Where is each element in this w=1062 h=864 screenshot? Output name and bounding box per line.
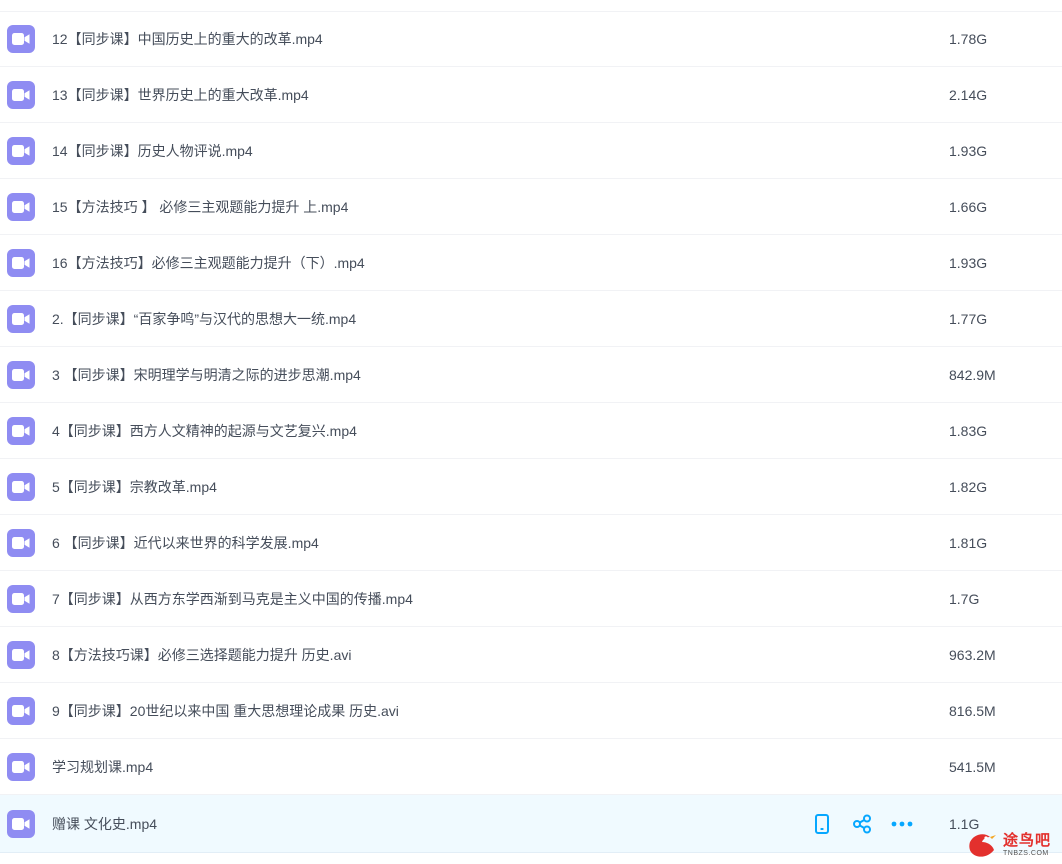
video-file-icon (7, 472, 35, 501)
file-row[interactable]: 12【同步课】中国历史上的重大的改革.mp4 1.78G (0, 11, 1062, 67)
video-file-icon (7, 136, 35, 165)
file-name[interactable]: 13【同步课】世界历史上的重大改革.mp4 (52, 85, 309, 105)
file-size: 1.83G (949, 422, 988, 439)
file-size: 1.66G (949, 198, 988, 215)
video-file-icon (7, 248, 35, 277)
file-row[interactable]: 8【方法技巧课】必修三选择题能力提升 历史.avi 963.2M (0, 627, 1062, 683)
file-name[interactable]: 15【方法技巧 】 必修三主观题能力提升 上.mp4 (52, 197, 348, 217)
file-name[interactable]: 14【同步课】历史人物评说.mp4 (52, 141, 253, 161)
video-file-icon (7, 528, 35, 557)
file-list: 12【同步课】中国历史上的重大的改革.mp4 1.78G 13【同步课】世界历史… (0, 11, 1062, 853)
file-size: 1.93G (949, 142, 988, 159)
file-name[interactable]: 12【同步课】中国历史上的重大的改革.mp4 (52, 29, 323, 49)
file-name[interactable]: 学习规划课.mp4 (52, 757, 153, 777)
file-size: 1.78G (949, 30, 988, 47)
file-row[interactable]: 14【同步课】历史人物评说.mp4 1.93G (0, 123, 1062, 179)
file-name[interactable]: 6 【同步课】近代以来世界的科学发展.mp4 (52, 533, 319, 553)
file-row[interactable]: 7【同步课】从西方东学西渐到马克是主义中国的传播.mp4 1.7G (0, 571, 1062, 627)
video-file-icon (7, 192, 35, 221)
file-size: 816.5M (949, 702, 996, 719)
file-name[interactable]: 7【同步课】从西方东学西渐到马克是主义中国的传播.mp4 (52, 589, 413, 609)
file-size: 842.9M (949, 366, 996, 383)
file-name[interactable]: 2.【同步课】“百家争鸣”与汉代的思想大一统.mp4 (52, 309, 356, 329)
bird-logo-icon (969, 834, 996, 857)
video-file-icon (7, 360, 35, 389)
file-row[interactable]: 5【同步课】宗教改革.mp4 1.82G (0, 459, 1062, 515)
file-name[interactable]: 8【方法技巧课】必修三选择题能力提升 历史.avi (52, 645, 351, 665)
video-file-icon (7, 584, 35, 613)
file-size: 1.82G (949, 478, 988, 495)
file-name[interactable]: 16【方法技巧】必修三主观题能力提升（下）.mp4 (52, 253, 365, 273)
file-size: 1.77G (949, 310, 988, 327)
file-row[interactable]: 学习规划课.mp4 541.5M (0, 739, 1062, 795)
file-size: 1.7G (949, 590, 980, 607)
watermark-subtext: TNBZS.COM (1003, 850, 1049, 857)
file-size: 963.2M (949, 646, 996, 663)
file-row[interactable]: 9【同步课】20世纪以来中国 重大思想理论成果 历史.avi 816.5M (0, 683, 1062, 739)
file-row[interactable]: 赠课 文化史.mp4 1.1G (0, 795, 1062, 853)
video-file-icon (7, 80, 35, 109)
file-row[interactable]: 6 【同步课】近代以来世界的科学发展.mp4 1.81G (0, 515, 1062, 571)
file-name[interactable]: 5【同步课】宗教改革.mp4 (52, 477, 217, 497)
file-row[interactable]: 13【同步课】世界历史上的重大改革.mp4 2.14G (0, 67, 1062, 123)
video-file-icon (7, 752, 35, 781)
file-name[interactable]: 3 【同步课】宋明理学与明清之际的进步思潮.mp4 (52, 365, 361, 385)
file-name[interactable]: 4【同步课】西方人文精神的起源与文艺复兴.mp4 (52, 421, 357, 441)
file-row[interactable]: 2.【同步课】“百家争鸣”与汉代的思想大一统.mp4 1.77G (0, 291, 1062, 347)
file-name[interactable]: 9【同步课】20世纪以来中国 重大思想理论成果 历史.avi (52, 701, 399, 721)
watermark-logo: 途鸟吧 TNBZS.COM (966, 826, 1062, 864)
video-file-icon (7, 809, 35, 838)
video-file-icon (7, 24, 35, 53)
row-actions (810, 812, 914, 836)
file-size: 1.81G (949, 534, 988, 551)
more-icon[interactable] (890, 812, 914, 836)
video-file-icon (7, 640, 35, 669)
video-file-icon (7, 416, 35, 445)
watermark-text: 途鸟吧 (1003, 832, 1052, 849)
file-row[interactable]: 3 【同步课】宋明理学与明清之际的进步思潮.mp4 842.9M (0, 347, 1062, 403)
video-file-icon (7, 304, 35, 333)
file-size: 1.93G (949, 254, 988, 271)
phone-icon[interactable] (810, 812, 834, 836)
share-icon[interactable] (850, 812, 874, 836)
video-file-icon (7, 696, 35, 725)
file-row[interactable]: 4【同步课】西方人文精神的起源与文艺复兴.mp4 1.83G (0, 403, 1062, 459)
file-name[interactable]: 赠课 文化史.mp4 (52, 814, 157, 834)
file-size: 2.14G (949, 86, 988, 103)
file-row[interactable]: 16【方法技巧】必修三主观题能力提升（下）.mp4 1.93G (0, 235, 1062, 291)
file-size: 541.5M (949, 758, 996, 775)
file-row[interactable]: 15【方法技巧 】 必修三主观题能力提升 上.mp4 1.66G (0, 179, 1062, 235)
